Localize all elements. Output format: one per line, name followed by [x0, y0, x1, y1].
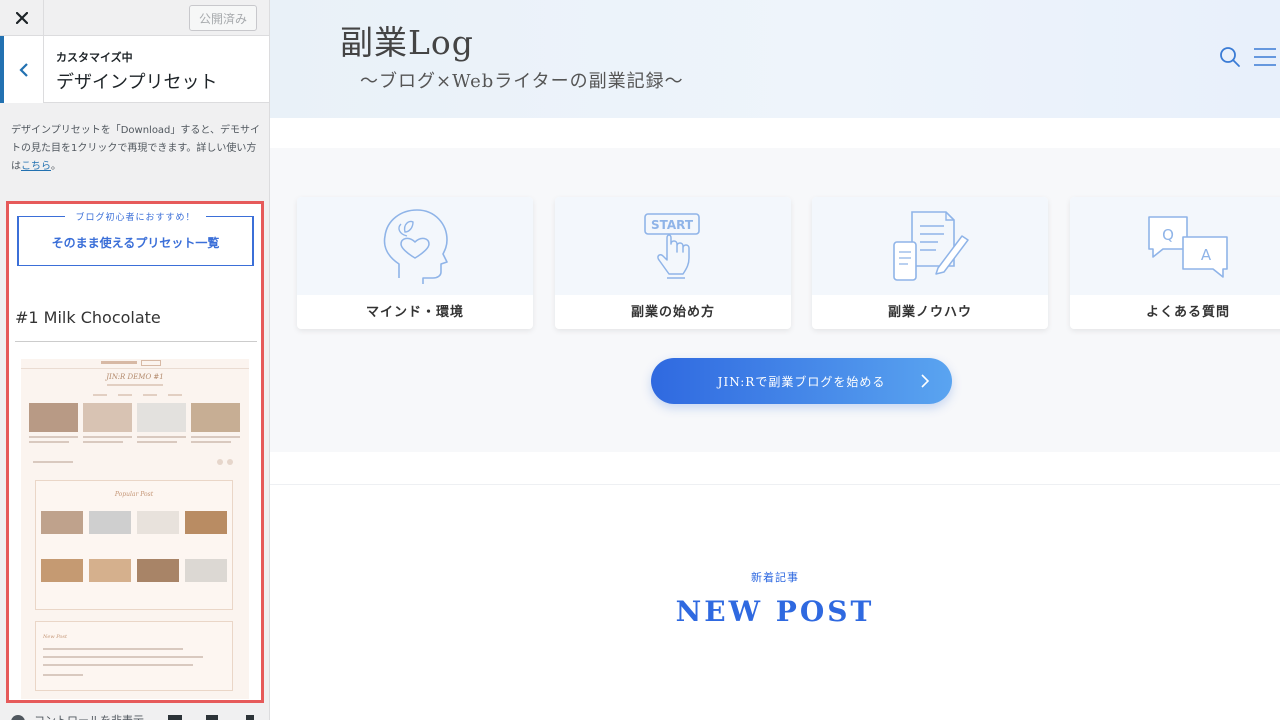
preset-list-link[interactable]: ブログ初心者におすすめ！ そのまま使えるプリセット一覧 [17, 213, 254, 266]
category-label: 副業の始め方 [630, 305, 715, 320]
section-description: デザインプリセットを「Download」すると、デモサイトの見た目を1クリックで… [11, 122, 261, 176]
collapse-icon[interactable] [11, 715, 25, 720]
qa-bubbles-icon: Q A [1148, 216, 1228, 278]
preview-nav-item [118, 394, 132, 396]
publish-button[interactable]: 公開済み [189, 5, 257, 31]
start-blog-button[interactable]: JIN:Rで副業ブログを始める [651, 358, 952, 404]
preview-text-line [137, 441, 177, 443]
preview-text-line [191, 436, 240, 438]
preview-thumb [191, 403, 240, 432]
site-tagline: ～ブログ×Webライターの副業記録～ [360, 71, 684, 92]
preview-thumb [185, 511, 227, 534]
preview-text-line [29, 441, 69, 443]
preview-text-line [43, 674, 83, 676]
chevron-left-icon [18, 62, 28, 77]
preview-popular-label: Popular Post [114, 491, 154, 498]
section-header: カスタマイズ中 デザインプリセット [0, 36, 269, 103]
site-logo[interactable]: 副業Log [340, 16, 474, 64]
preview-thumb [89, 559, 131, 582]
svg-text:A: A [1201, 246, 1212, 264]
preview-text-line [43, 656, 203, 658]
head-leaf-icon [383, 209, 448, 284]
section-title: デザインプリセット [56, 72, 218, 93]
preview-thumb [29, 403, 78, 432]
document-pen-icon [893, 211, 969, 281]
preview-text-line [83, 441, 123, 443]
preview-nav-item [93, 394, 107, 396]
category-art: Q A [1070, 197, 1280, 295]
desktop-icon[interactable] [168, 715, 182, 720]
category-card-faq[interactable]: Q A よくある質問 [1070, 197, 1280, 329]
close-icon [15, 12, 28, 24]
preview-logo: JIN:R DEMO #1 [106, 373, 164, 381]
preset-preview-thumbnail[interactable]: JIN:R DEMO #1 Popular Post New Post [21, 359, 249, 699]
site-preview: 副業Log ～ブログ×Webライターの副業記録～ マインド・環境 START 副… [270, 0, 1280, 720]
preview-thumb [137, 403, 186, 432]
preview-thumb [89, 511, 131, 534]
preset-name: #1 Milk Chocolate [15, 308, 161, 327]
search-icon[interactable] [1219, 46, 1241, 68]
preview-new-label: New Post [43, 634, 67, 640]
preview-text-line [33, 461, 73, 463]
preview-arrow [217, 459, 223, 465]
cta-small-label: ブログ初心者におすすめ！ [75, 213, 196, 223]
description-suffix: 。 [51, 161, 61, 172]
preview-thumb [41, 559, 83, 582]
footer-label[interactable]: コントロールを非表示 [34, 712, 144, 720]
start-button-icon: START [644, 213, 700, 279]
preview-text-line [43, 648, 183, 650]
help-link[interactable]: こちら [21, 161, 51, 172]
category-card-mind[interactable]: マインド・環境 [297, 197, 533, 329]
start-blog-label: JIN:Rで副業ブログを始める [717, 375, 886, 389]
new-post-subtitle: 新着記事 [751, 571, 799, 584]
svg-text:Q: Q [1162, 226, 1174, 244]
preview-thumb [137, 511, 179, 534]
new-post-title: NEW POST [675, 595, 875, 628]
back-button[interactable] [0, 36, 44, 103]
preset-panel: ブログ初心者におすすめ！ そのまま使えるプリセット一覧 #1 Milk Choc… [6, 201, 264, 703]
category-section: マインド・環境 START 副業の始め方 副業ノウハウ Q A よくある質問 J… [270, 148, 1280, 452]
preview-nav-item [143, 394, 157, 396]
preview-text-line [43, 664, 193, 666]
divider [15, 341, 257, 342]
preview-thumb [83, 403, 132, 432]
category-label: よくある質問 [1145, 305, 1230, 320]
preview-thumb [185, 559, 227, 582]
preview-text-line [83, 436, 132, 438]
preview-popular-box: Popular Post [35, 480, 233, 610]
section-subtitle: カスタマイズ中 [56, 51, 133, 64]
new-post-section: 新着記事 NEW POST [270, 484, 1280, 720]
customizer-sidebar: 公開済み カスタマイズ中 デザインプリセット デザインプリセットを「Downlo… [0, 0, 270, 720]
site-header: 副業Log ～ブログ×Webライターの副業記録～ [270, 0, 1280, 118]
preview-text-line [137, 436, 186, 438]
preview-text-line [29, 436, 78, 438]
preview-nav-item [168, 394, 182, 396]
category-card-knowhow[interactable]: 副業ノウハウ [812, 197, 1048, 329]
preview-new-box: New Post [35, 621, 233, 691]
svg-text:START: START [651, 218, 694, 232]
category-art: START [555, 197, 791, 295]
sidebar-footer: コントロールを非表示 [0, 706, 269, 720]
preview-thumb [137, 559, 179, 582]
preview-topbar [21, 359, 249, 369]
hamburger-menu-icon[interactable] [1252, 47, 1278, 67]
preview-arrow [227, 459, 233, 465]
sidebar-topbar: 公開済み [0, 0, 269, 36]
preview-tagline [107, 384, 163, 386]
category-label: マインド・環境 [365, 305, 464, 320]
category-label: 副業ノウハウ [887, 305, 972, 320]
tablet-icon[interactable] [206, 715, 218, 720]
preview-thumb [41, 511, 83, 534]
chevron-right-icon [921, 374, 930, 388]
category-art [812, 197, 1048, 295]
mobile-icon[interactable] [246, 715, 254, 720]
preview-text-line [191, 441, 231, 443]
cta-main-label[interactable]: そのまま使えるプリセット一覧 [19, 234, 252, 251]
close-button[interactable] [0, 0, 44, 36]
category-art [297, 197, 533, 295]
cta-border [19, 265, 252, 266]
category-card-start[interactable]: START 副業の始め方 [555, 197, 791, 329]
